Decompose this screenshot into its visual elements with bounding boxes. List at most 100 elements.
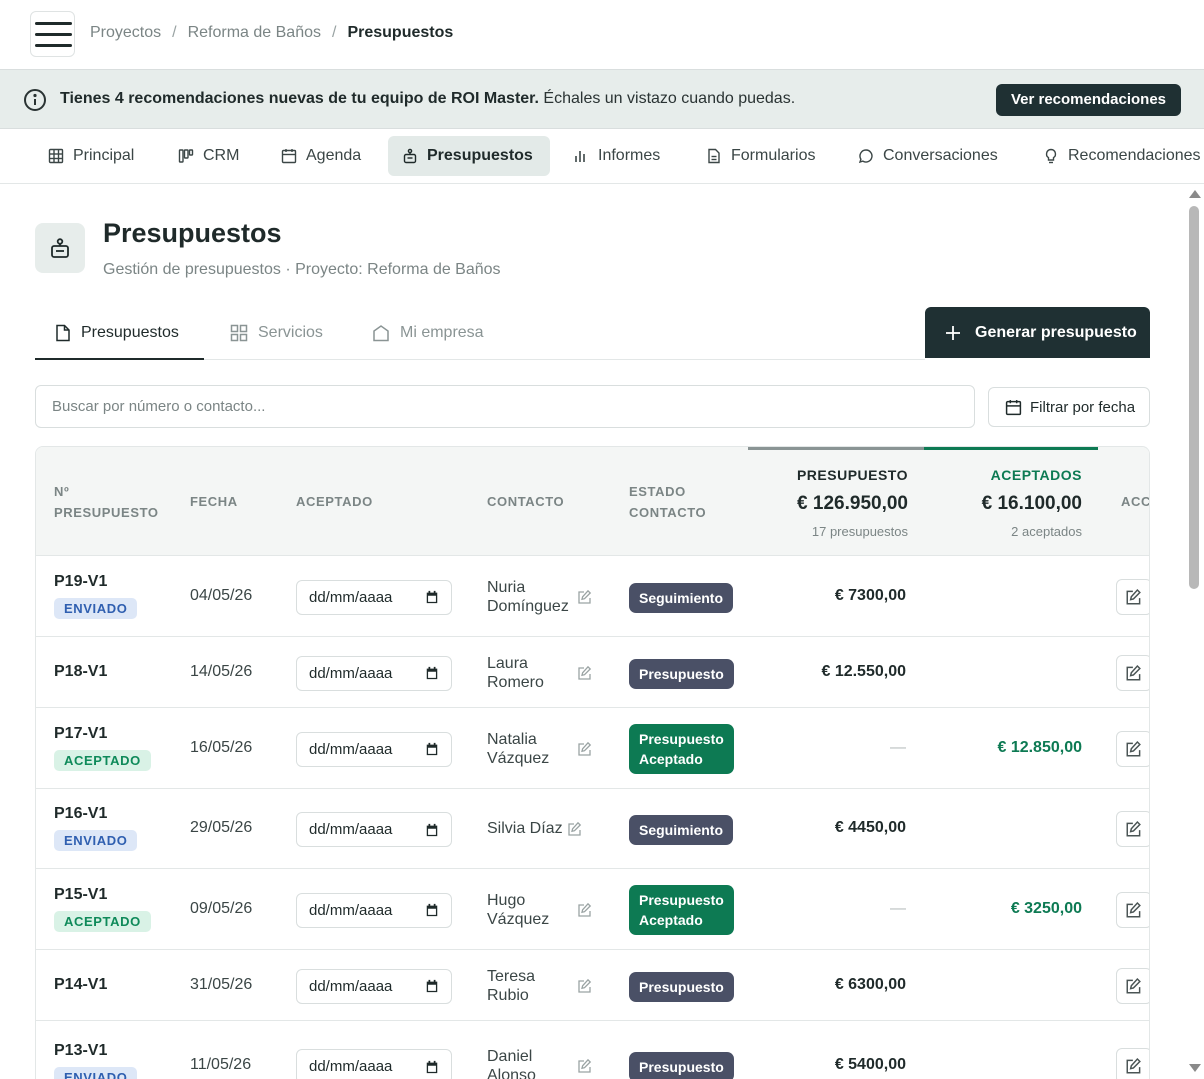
header-date[interactable]: FECHA xyxy=(190,491,238,512)
accepted-date-input[interactable]: dd/mm/aaaa xyxy=(296,892,452,928)
contact-status-badge[interactable]: Presupuesto xyxy=(629,971,734,1002)
contact-name[interactable]: Hugo Vázquez xyxy=(487,891,549,929)
scrollbar-thumb[interactable] xyxy=(1189,206,1199,589)
budgets-table: Nº PRESUPUESTO FECHA ACEPTADO CONTACTO E… xyxy=(35,446,1150,1079)
summary-budget[interactable]: PRESUPUESTO € 126.950,00 17 presupuestos xyxy=(748,447,924,556)
edit-icon[interactable] xyxy=(1116,730,1149,767)
accepted-date-input[interactable]: dd/mm/aaaa xyxy=(296,579,452,615)
contact-name[interactable]: Natalia Vázquez xyxy=(487,730,549,768)
breadcrumb-project[interactable]: Reforma de Baños xyxy=(188,24,321,42)
edit-icon[interactable] xyxy=(1116,811,1149,847)
edit-contact-icon[interactable] xyxy=(577,589,593,605)
edit-contact-icon[interactable] xyxy=(577,978,593,994)
calendar-icon[interactable] xyxy=(425,823,439,837)
nav-item-formularios[interactable]: Formularios xyxy=(692,136,829,176)
contact-status-badge[interactable]: Presupuesto Aceptado xyxy=(629,723,734,774)
table-row[interactable]: P14-V1 31/05/26 dd/mm/aaaa Teresa Rubio Presu… xyxy=(36,950,1149,1021)
summary-accepted-count: 2 aceptados xyxy=(1011,524,1082,539)
contact-status-badge[interactable]: Seguimiento xyxy=(629,582,734,613)
calendar-icon[interactable] xyxy=(425,903,439,917)
accepted-date-input[interactable]: dd/mm/aaaa xyxy=(296,1049,452,1079)
accepted-date-input[interactable]: dd/mm/aaaa xyxy=(296,968,452,1004)
table-row[interactable]: P19-V1 ENVIADO 04/05/26 dd/mm/aaaa Nuria Domí… xyxy=(36,556,1149,637)
nav-item-recomendaciones[interactable]: Recomendaciones xyxy=(1029,136,1204,176)
scroll-up-arrow-icon[interactable] xyxy=(1189,190,1201,198)
contact-status-badge[interactable]: Presupuesto xyxy=(629,658,734,689)
calendar-icon[interactable] xyxy=(425,666,439,680)
contact-name[interactable]: Silvia Díaz xyxy=(487,819,563,838)
tab-mi-empresa[interactable]: Mi empresa xyxy=(372,307,484,359)
contact-status-badge[interactable]: Seguimiento xyxy=(629,815,734,845)
accepted-date-input[interactable]: dd/mm/aaaa xyxy=(296,731,452,767)
nav-item-crm[interactable]: CRM xyxy=(164,136,253,176)
contact-name[interactable]: Daniel Alonso xyxy=(487,1047,536,1079)
nav-item-agenda[interactable]: Agenda xyxy=(267,136,375,176)
contact-status-badge[interactable]: Presupuesto xyxy=(629,1052,734,1079)
main-nav: Principal CRM Agenda Presupuestos Inform… xyxy=(0,129,1204,184)
contact-name[interactable]: Teresa Rubio xyxy=(487,967,535,1005)
budget-id[interactable]: P19-V1 xyxy=(54,573,137,591)
header-contact[interactable]: CONTACTO xyxy=(487,491,564,512)
edit-icon[interactable] xyxy=(1116,1048,1149,1079)
edit-button[interactable] xyxy=(1116,811,1149,847)
table-row[interactable]: P15-V1 ACEPTADO 09/05/26 dd/mm/aaaa Hugo Vázq… xyxy=(36,869,1149,950)
breadcrumb-separator: / xyxy=(172,24,177,41)
summary-accepted[interactable]: ACEPTADOS € 16.100,00 2 aceptados xyxy=(924,447,1098,556)
budget-id[interactable]: P13-V1 xyxy=(54,1042,137,1060)
edit-button[interactable] xyxy=(1116,654,1149,691)
edit-button[interactable] xyxy=(1116,578,1149,615)
header-number[interactable]: Nº PRESUPUESTO xyxy=(54,481,159,523)
edit-button[interactable] xyxy=(1116,967,1149,1004)
budget-id[interactable]: P14-V1 xyxy=(54,976,107,994)
nav-item-presupuestos[interactable]: Presupuestos xyxy=(388,136,550,176)
edit-button[interactable] xyxy=(1116,1048,1149,1079)
budget-id[interactable]: P15-V1 xyxy=(54,886,151,904)
generate-budget-button[interactable]: Generar presupuesto xyxy=(925,307,1150,358)
edit-button[interactable] xyxy=(1116,891,1149,928)
status-badge: ACEPTADO xyxy=(54,749,151,771)
tab-presupuestos[interactable]: Presupuestos xyxy=(35,307,204,360)
hamburger-menu-button[interactable] xyxy=(30,11,75,57)
edit-icon[interactable] xyxy=(1116,967,1149,1004)
table-row[interactable]: P18-V1 14/05/26 dd/mm/aaaa Laura Romero Presu… xyxy=(36,637,1149,708)
calendar-icon[interactable] xyxy=(425,590,439,604)
calendar-icon[interactable] xyxy=(425,1060,439,1074)
tab-servicios[interactable]: Servicios xyxy=(230,307,323,359)
edit-icon[interactable] xyxy=(1116,578,1149,615)
edit-button[interactable] xyxy=(1116,730,1149,767)
contact-status-badge[interactable]: Presupuesto Aceptado xyxy=(629,884,734,935)
nav-item-principal[interactable]: Principal xyxy=(34,136,148,176)
contact-name[interactable]: Laura Romero xyxy=(487,654,544,692)
accepted-date-input[interactable]: dd/mm/aaaa xyxy=(296,655,452,691)
breadcrumb-projects[interactable]: Proyectos xyxy=(90,24,161,42)
accepted-date-cell: dd/mm/aaaa xyxy=(296,892,452,928)
accepted-amount: € 3250,00 xyxy=(1010,899,1082,917)
edit-icon[interactable] xyxy=(1116,654,1149,691)
nav-item-informes[interactable]: Informes xyxy=(559,136,674,176)
edit-contact-icon[interactable] xyxy=(577,665,593,681)
accepted-date-input[interactable]: dd/mm/aaaa xyxy=(296,812,452,847)
edit-contact-icon[interactable] xyxy=(577,741,593,757)
table-row[interactable]: P17-V1 ACEPTADO 16/05/26 dd/mm/aaaa Natalia V… xyxy=(36,708,1149,789)
table-header: Nº PRESUPUESTO FECHA ACEPTADO CONTACTO E… xyxy=(36,447,1149,556)
edit-contact-icon[interactable] xyxy=(577,1058,593,1074)
budget-id[interactable]: P18-V1 xyxy=(54,663,107,681)
header-status[interactable]: ESTADO CONTACTO xyxy=(629,481,706,523)
nav-item-conversaciones[interactable]: Conversaciones xyxy=(844,136,1012,176)
scrollbar[interactable] xyxy=(1186,186,1204,1079)
budget-id[interactable]: P17-V1 xyxy=(54,725,151,743)
calendar-icon[interactable] xyxy=(425,979,439,993)
budget-id[interactable]: P16-V1 xyxy=(54,805,137,823)
edit-contact-icon[interactable] xyxy=(567,821,583,837)
header-accepted[interactable]: ACEPTADO xyxy=(296,491,373,512)
table-row[interactable]: P13-V1 ENVIADO 11/05/26 dd/mm/aaaa Daniel Alo… xyxy=(36,1021,1149,1079)
filter-by-date-button[interactable]: Filtrar por fecha xyxy=(988,387,1150,427)
contact-name[interactable]: Nuria Domínguez xyxy=(487,578,569,616)
edit-icon[interactable] xyxy=(1116,891,1149,928)
edit-contact-icon[interactable] xyxy=(577,902,593,918)
search-input[interactable] xyxy=(35,385,975,428)
view-recommendations-button[interactable]: Ver recomendaciones xyxy=(996,84,1181,116)
table-row[interactable]: P16-V1 ENVIADO 29/05/26 dd/mm/aaaa Silvia Dí… xyxy=(36,789,1149,869)
scroll-down-arrow-icon[interactable] xyxy=(1189,1064,1201,1072)
calendar-icon[interactable] xyxy=(425,742,439,756)
